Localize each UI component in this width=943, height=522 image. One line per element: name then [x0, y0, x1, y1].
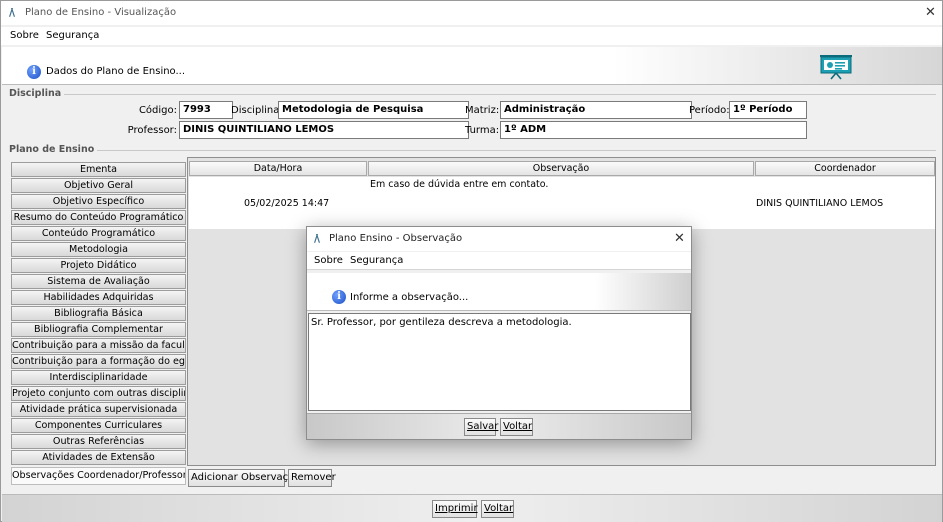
- table-row[interactable]: 05/02/2025 14:47 Em caso de dúvida entre…: [189, 177, 935, 229]
- sidebar-item-contribuicao-missao[interactable]: Contribuição para a missão da faculdade: [11, 338, 186, 353]
- dialog-title: Plano Ensino - Observação: [329, 233, 463, 244]
- info-icon: i: [27, 65, 41, 79]
- professor-label: Professor:: [127, 125, 177, 136]
- window-title: Plano de Ensino - Visualização: [25, 7, 177, 18]
- sidebar-item-resumo-conteudo[interactable]: Resumo do Conteúdo Programático: [11, 210, 186, 225]
- codigo-field[interactable]: 7993: [179, 101, 233, 119]
- sidebar-item-observacoes[interactable]: Observações Coordenador/Professor: [11, 467, 186, 485]
- menu-sobre[interactable]: Sobre: [10, 30, 39, 41]
- cell-coordenador: DINIS QUINTILIANO LEMOS: [756, 198, 884, 209]
- banner-text: Dados do Plano de Ensino...: [46, 66, 186, 77]
- dialog-close-icon[interactable]: ✕: [674, 231, 685, 246]
- periodo-label: Período:: [689, 105, 730, 116]
- imprimir-label: Imprimir: [435, 503, 478, 514]
- sidebar-item-metodologia[interactable]: Metodologia: [11, 242, 186, 257]
- sidebar-item-outras-referencias[interactable]: Outras Referências: [11, 434, 186, 449]
- sidebar-item-conteudo-programatico[interactable]: Conteúdo Programático: [11, 226, 186, 241]
- matriz-label: Matriz:: [465, 105, 500, 116]
- codigo-label: Código:: [138, 105, 177, 116]
- dialog-banner-text: Informe a observação...: [350, 292, 469, 303]
- voltar-button[interactable]: Voltar: [481, 500, 514, 518]
- column-header-datahora[interactable]: Data/Hora: [189, 161, 367, 176]
- sidebar-item-objetivo-especifico[interactable]: Objetivo Específico: [11, 194, 186, 209]
- disciplina-section-label: Disciplina: [9, 88, 65, 99]
- dialog-footer: Salvar Voltar: [307, 413, 691, 439]
- disciplina-label: Disciplina:: [231, 105, 283, 116]
- dialog-menu-seguranca[interactable]: Segurança: [350, 255, 403, 266]
- disciplina-divider: [51, 94, 936, 95]
- presentation-icon: [820, 55, 852, 80]
- sidebar-item-habilidades[interactable]: Habilidades Adquiridas: [11, 290, 186, 305]
- menu-bar: Sobre Segurança: [1, 27, 942, 45]
- turma-field[interactable]: 1º ADM: [500, 121, 807, 139]
- salvar-button[interactable]: Salvar: [464, 418, 499, 436]
- dialog-banner: i Informe a observação...: [307, 273, 691, 311]
- sidebar-item-componentes-curriculares[interactable]: Componentes Curriculares: [11, 418, 186, 433]
- column-header-observacao[interactable]: Observação: [368, 161, 754, 176]
- disciplina-field[interactable]: Metodologia de Pesquisa: [278, 101, 469, 119]
- observacao-textarea[interactable]: Sr. Professor, por gentileza descreva a …: [308, 313, 691, 411]
- sidebar-item-atividades-extensao[interactable]: Atividades de Extensão: [11, 450, 186, 465]
- imprimir-button[interactable]: Imprimir: [432, 500, 478, 518]
- header-banner: i Dados do Plano de Ensino...: [2, 47, 942, 85]
- sidebar-item-objetivo-geral[interactable]: Objetivo Geral: [11, 178, 186, 193]
- cell-datahora: 05/02/2025 14:47: [244, 198, 330, 209]
- plano-section-label: Plano de Ensino: [9, 144, 98, 155]
- cell-observacao: Em caso de dúvida entre em contato.: [370, 179, 549, 190]
- plano-divider: [79, 150, 936, 151]
- close-icon[interactable]: ✕: [925, 5, 936, 20]
- observacao-dialog: /\ Plano Ensino - Observação ✕ Sobre Seg…: [306, 226, 692, 440]
- sidebar-item-bibliografia-complementar[interactable]: Bibliografia Complementar: [11, 322, 186, 337]
- remover-button[interactable]: Remover: [288, 469, 336, 487]
- sidebar-item-sistema-avaliacao[interactable]: Sistema de Avaliação: [11, 274, 186, 289]
- title-bar: /\ Plano de Ensino - Visualização ✕: [1, 1, 942, 25]
- sidebar-item-projeto-conjunto[interactable]: Projeto conjunto com outras disciplinas: [11, 386, 186, 401]
- sidebar-item-atividade-pratica[interactable]: Atividade prática supervisionada: [11, 402, 186, 417]
- dialog-voltar-button[interactable]: Voltar: [500, 418, 533, 436]
- menu-seguranca[interactable]: Segurança: [46, 30, 99, 41]
- adicionar-observacao-button[interactable]: Adicionar Observação: [188, 469, 300, 487]
- matriz-field[interactable]: Administração: [500, 101, 692, 119]
- dialog-menu-sobre[interactable]: Sobre: [314, 255, 343, 266]
- voltar-label: Voltar: [484, 503, 514, 514]
- column-header-coordenador[interactable]: Coordenador: [755, 161, 935, 176]
- dialog-title-bar: /\ Plano Ensino - Observação ✕: [307, 227, 691, 251]
- turma-label: Turma:: [465, 125, 500, 136]
- sidebar-item-contribuicao-egresso[interactable]: Contribuição para a formação do egresso: [11, 354, 186, 369]
- dialog-menu-bar: Sobre Segurança: [307, 252, 691, 270]
- dialog-voltar-label: Voltar: [503, 421, 533, 432]
- footer-bar: Imprimir Voltar: [2, 494, 942, 522]
- sidebar-item-ementa[interactable]: Ementa: [11, 162, 186, 177]
- main-window: /\ Plano de Ensino - Visualização ✕ Sobr…: [0, 0, 943, 522]
- professor-field[interactable]: DINIS QUINTILIANO LEMOS: [179, 121, 469, 139]
- sidebar-item-bibliografia-basica[interactable]: Bibliografia Básica: [11, 306, 186, 321]
- sidebar-item-interdisciplinaridade[interactable]: Interdisciplinaridade: [11, 370, 186, 385]
- sidebar-item-projeto-didatico[interactable]: Projeto Didático: [11, 258, 186, 273]
- salvar-label: Salvar: [467, 421, 499, 432]
- app-logo-icon: /\: [9, 6, 15, 19]
- dialog-info-icon: i: [332, 290, 346, 304]
- periodo-field[interactable]: 1º Período: [729, 101, 807, 119]
- dialog-logo-icon: /\: [314, 232, 320, 245]
